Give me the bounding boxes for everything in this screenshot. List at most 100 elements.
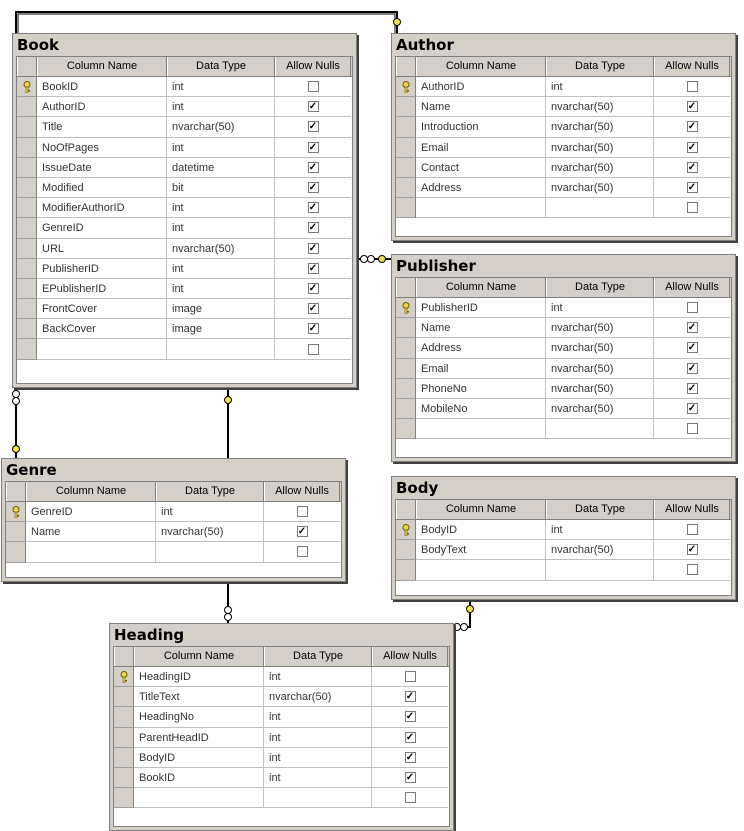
column-name-cell[interactable]: PublisherID: [416, 298, 546, 319]
row-selector[interactable]: [396, 77, 416, 98]
allow-nulls-checkbox[interactable]: ✓: [686, 101, 698, 113]
column-name-cell[interactable]: BodyText: [416, 540, 546, 561]
row-selector[interactable]: [396, 338, 416, 359]
table-book[interactable]: Book Column Name Data Type Allow Nulls BookI…: [12, 33, 357, 388]
data-type-cell[interactable]: int: [546, 520, 654, 541]
column-name-cell[interactable]: NoOfPages: [37, 137, 167, 158]
header-data-type[interactable]: Data Type: [546, 500, 654, 519]
row-selector[interactable]: [396, 419, 416, 440]
column-name-cell[interactable]: [134, 788, 264, 809]
data-type-cell[interactable]: image: [167, 299, 275, 320]
table-row[interactable]: GenreID int: [6, 502, 341, 523]
data-type-cell[interactable]: int: [546, 77, 654, 98]
table-row[interactable]: PhoneNo nvarchar(50) ✓: [396, 378, 731, 399]
header-allow-nulls[interactable]: Allow Nulls: [264, 482, 340, 501]
header-column-name[interactable]: Column Name: [416, 57, 546, 76]
table-row[interactable]: HeadingNo int ✓: [114, 707, 449, 728]
row-selector[interactable]: [17, 218, 37, 239]
allow-nulls-checkbox[interactable]: [686, 423, 698, 435]
column-name-cell[interactable]: HeadingNo: [134, 707, 264, 728]
relationship-heading-body[interactable]: [453, 598, 471, 628]
header-allow-nulls[interactable]: Allow Nulls: [372, 647, 448, 666]
data-type-cell[interactable]: int: [264, 707, 372, 728]
data-type-cell[interactable]: [546, 560, 654, 581]
header-data-type[interactable]: Data Type: [546, 57, 654, 76]
table-row[interactable]: HeadingID int: [114, 667, 449, 688]
column-name-cell[interactable]: Title: [37, 117, 167, 138]
column-name-cell[interactable]: AuthorID: [37, 97, 167, 118]
data-type-cell[interactable]: int: [167, 278, 275, 300]
allow-nulls-checkbox[interactable]: [686, 524, 698, 536]
column-name-cell[interactable]: [26, 542, 156, 563]
allow-nulls-checkbox[interactable]: [404, 671, 416, 683]
allow-nulls-checkbox[interactable]: ✓: [686, 161, 698, 173]
data-type-cell[interactable]: datetime: [167, 157, 275, 178]
header-column-name[interactable]: Column Name: [37, 57, 167, 76]
column-name-cell[interactable]: Contact: [416, 157, 546, 178]
table-row[interactable]: AuthorID int ✓: [17, 97, 352, 118]
column-name-cell[interactable]: EPublisherID: [37, 278, 167, 300]
allow-nulls-checkbox[interactable]: [404, 792, 416, 804]
allow-nulls-checkbox[interactable]: ✓: [686, 403, 698, 415]
table-row[interactable]: BookID int: [17, 77, 352, 98]
row-selector[interactable]: [17, 177, 37, 199]
table-row[interactable]: TitleText nvarchar(50) ✓: [114, 687, 449, 708]
table-row[interactable]: BookID int ✓: [114, 767, 449, 789]
header-allow-nulls[interactable]: Allow Nulls: [654, 57, 730, 76]
allow-nulls-checkbox[interactable]: ✓: [307, 282, 319, 294]
row-selector[interactable]: [114, 727, 134, 748]
column-name-cell[interactable]: TitleText: [134, 687, 264, 708]
allow-nulls-checkbox[interactable]: [307, 81, 319, 93]
table-row[interactable]: NoOfPages int ✓: [17, 137, 352, 158]
row-selector[interactable]: [396, 318, 416, 339]
header-column-name[interactable]: Column Name: [416, 500, 546, 519]
table-genre[interactable]: Genre Column Name Data Type Allow Nulls Genr…: [1, 458, 346, 582]
header-allow-nulls[interactable]: Allow Nulls: [654, 500, 730, 519]
column-name-cell[interactable]: AuthorID: [416, 77, 546, 98]
data-type-cell[interactable]: int: [156, 502, 264, 523]
column-name-cell[interactable]: MobileNo: [416, 398, 546, 420]
column-name-cell[interactable]: Introduction: [416, 117, 546, 138]
row-selector[interactable]: [396, 358, 416, 379]
column-name-cell[interactable]: HeadingID: [134, 667, 264, 688]
row-selector[interactable]: [396, 540, 416, 561]
table-row[interactable]: BodyText nvarchar(50) ✓: [396, 540, 731, 561]
table-row[interactable]: PublisherID int ✓: [17, 258, 352, 279]
allow-nulls-checkbox[interactable]: ✓: [307, 182, 319, 194]
allow-nulls-checkbox[interactable]: ✓: [686, 121, 698, 133]
allow-nulls-checkbox[interactable]: ✓: [307, 222, 319, 234]
table-row[interactable]: [396, 560, 731, 581]
header-data-type[interactable]: Data Type: [167, 57, 275, 76]
table-author[interactable]: Author Column Name Data Type Allow Nulls Aut…: [391, 33, 736, 241]
allow-nulls-checkbox[interactable]: ✓: [307, 242, 319, 254]
allow-nulls-checkbox[interactable]: ✓: [686, 362, 698, 374]
data-type-cell[interactable]: int: [167, 97, 275, 118]
table-row[interactable]: GenreID int ✓: [17, 218, 352, 239]
row-selector[interactable]: [114, 687, 134, 708]
table-row[interactable]: EPublisherID int ✓: [17, 278, 352, 300]
column-name-cell[interactable]: PublisherID: [37, 258, 167, 279]
data-type-cell[interactable]: nvarchar(50): [546, 318, 654, 339]
column-name-cell[interactable]: FrontCover: [37, 299, 167, 320]
table-row[interactable]: Modified bit ✓: [17, 177, 352, 199]
allow-nulls-checkbox[interactable]: ✓: [307, 101, 319, 113]
column-name-cell[interactable]: Email: [416, 137, 546, 158]
allow-nulls-checkbox[interactable]: ✓: [404, 731, 416, 743]
allow-nulls-checkbox[interactable]: ✓: [686, 342, 698, 354]
table-row[interactable]: BodyID int ✓: [114, 747, 449, 768]
row-selector[interactable]: [396, 560, 416, 581]
data-type-cell[interactable]: nvarchar(50): [546, 97, 654, 118]
allow-nulls-checkbox[interactable]: [686, 302, 698, 314]
data-type-cell[interactable]: nvarchar(50): [156, 522, 264, 543]
row-selector[interactable]: [17, 77, 37, 98]
table-heading[interactable]: Heading Column Name Data Type Allow Nulls He…: [109, 623, 454, 831]
allow-nulls-checkbox[interactable]: ✓: [686, 382, 698, 394]
data-type-cell[interactable]: [167, 339, 275, 360]
table-row[interactable]: [17, 339, 352, 360]
table-row[interactable]: Address nvarchar(50) ✓: [396, 338, 731, 359]
data-type-cell[interactable]: int: [264, 767, 372, 789]
column-name-cell[interactable]: IssueDate: [37, 157, 167, 178]
header-data-type[interactable]: Data Type: [264, 647, 372, 666]
column-name-cell[interactable]: BookID: [37, 77, 167, 98]
allow-nulls-checkbox[interactable]: ✓: [307, 262, 319, 274]
